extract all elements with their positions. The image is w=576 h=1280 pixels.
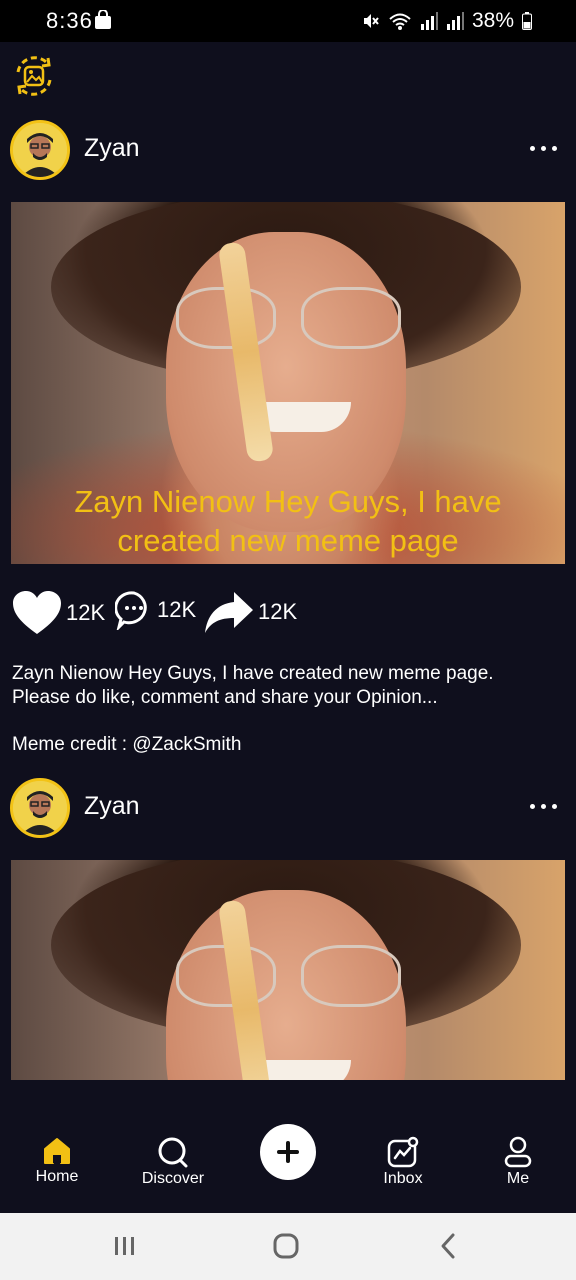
nav-discover-label: Discover: [141, 1170, 205, 1187]
status-time: 8:36: [46, 8, 93, 33]
back-icon[interactable]: [436, 1231, 460, 1261]
gallery-refresh-icon[interactable]: [10, 52, 58, 100]
post-card: Zyan: [0, 778, 576, 1080]
avatar-image: [13, 781, 67, 835]
share-button[interactable]: 12K: [204, 590, 297, 634]
profile-icon: [504, 1136, 532, 1168]
image-glasses: [301, 945, 401, 1007]
meme-credit: Meme credit : @ZackSmith: [12, 734, 242, 755]
more-options-icon[interactable]: [530, 804, 562, 814]
like-button[interactable]: 12K: [12, 590, 105, 636]
comment-icon: [115, 591, 147, 630]
search-icon: [158, 1137, 188, 1168]
shopping-bag-icon: [95, 10, 111, 29]
nav-discover[interactable]: Discover: [123, 1110, 223, 1188]
status-icons: 38%: [362, 9, 532, 33]
meme-overlay-text: Zayn Nienow Hey Guys, I have created new…: [74, 484, 502, 558]
share-icon: [205, 592, 253, 633]
post-image[interactable]: Zayn Nienow Hey Guys, I have created new…: [11, 202, 565, 564]
signal-icon: [420, 12, 438, 30]
share-count: 12K: [258, 599, 298, 624]
bottom-nav: Home Discover Inbox Me: [0, 1110, 576, 1213]
wifi-icon: [389, 13, 411, 30]
nav-home[interactable]: Home: [7, 1110, 107, 1186]
avatar[interactable]: [10, 120, 70, 180]
inbox-icon: [387, 1136, 419, 1168]
more-options-icon[interactable]: [530, 146, 562, 156]
heart-icon: [13, 591, 61, 634]
post-username[interactable]: Zyan: [84, 134, 140, 163]
post-actions: 12K 12K 12K: [0, 590, 576, 640]
recent-apps-icon[interactable]: [113, 1231, 137, 1261]
comment-count: 12K: [157, 597, 197, 622]
signal-icon-2: [446, 12, 464, 30]
post-caption: Zayn Nienow Hey Guys, I have created new…: [12, 663, 494, 708]
nav-me-label: Me: [506, 1170, 530, 1187]
nav-me[interactable]: Me: [468, 1110, 568, 1188]
like-count: 12K: [66, 600, 106, 625]
post-card: Zyan Zayn Nienow Hey Guys, I have create…: [0, 120, 576, 760]
nav-inbox-label: Inbox: [383, 1170, 423, 1187]
system-nav-bar: [0, 1213, 576, 1280]
avatar-image: [13, 123, 67, 177]
image-glasses: [301, 287, 401, 349]
top-bar: [0, 42, 576, 110]
home-button-icon[interactable]: [271, 1231, 301, 1261]
post-header: Zyan: [0, 778, 576, 840]
post-username[interactable]: Zyan: [84, 792, 140, 821]
avatar[interactable]: [10, 778, 70, 838]
post-image[interactable]: [11, 860, 565, 1080]
battery-percent: 38%: [471, 9, 514, 32]
mute-icon: [363, 14, 379, 28]
add-post-button[interactable]: [260, 1124, 316, 1180]
battery-icon: [522, 12, 532, 30]
post-header: Zyan: [0, 120, 576, 182]
nav-inbox[interactable]: Inbox: [353, 1110, 453, 1188]
status-bar: 8:36 38%: [0, 0, 576, 42]
nav-home-label: Home: [35, 1168, 79, 1185]
comment-button[interactable]: 12K: [115, 590, 196, 630]
home-icon: [44, 1138, 70, 1164]
